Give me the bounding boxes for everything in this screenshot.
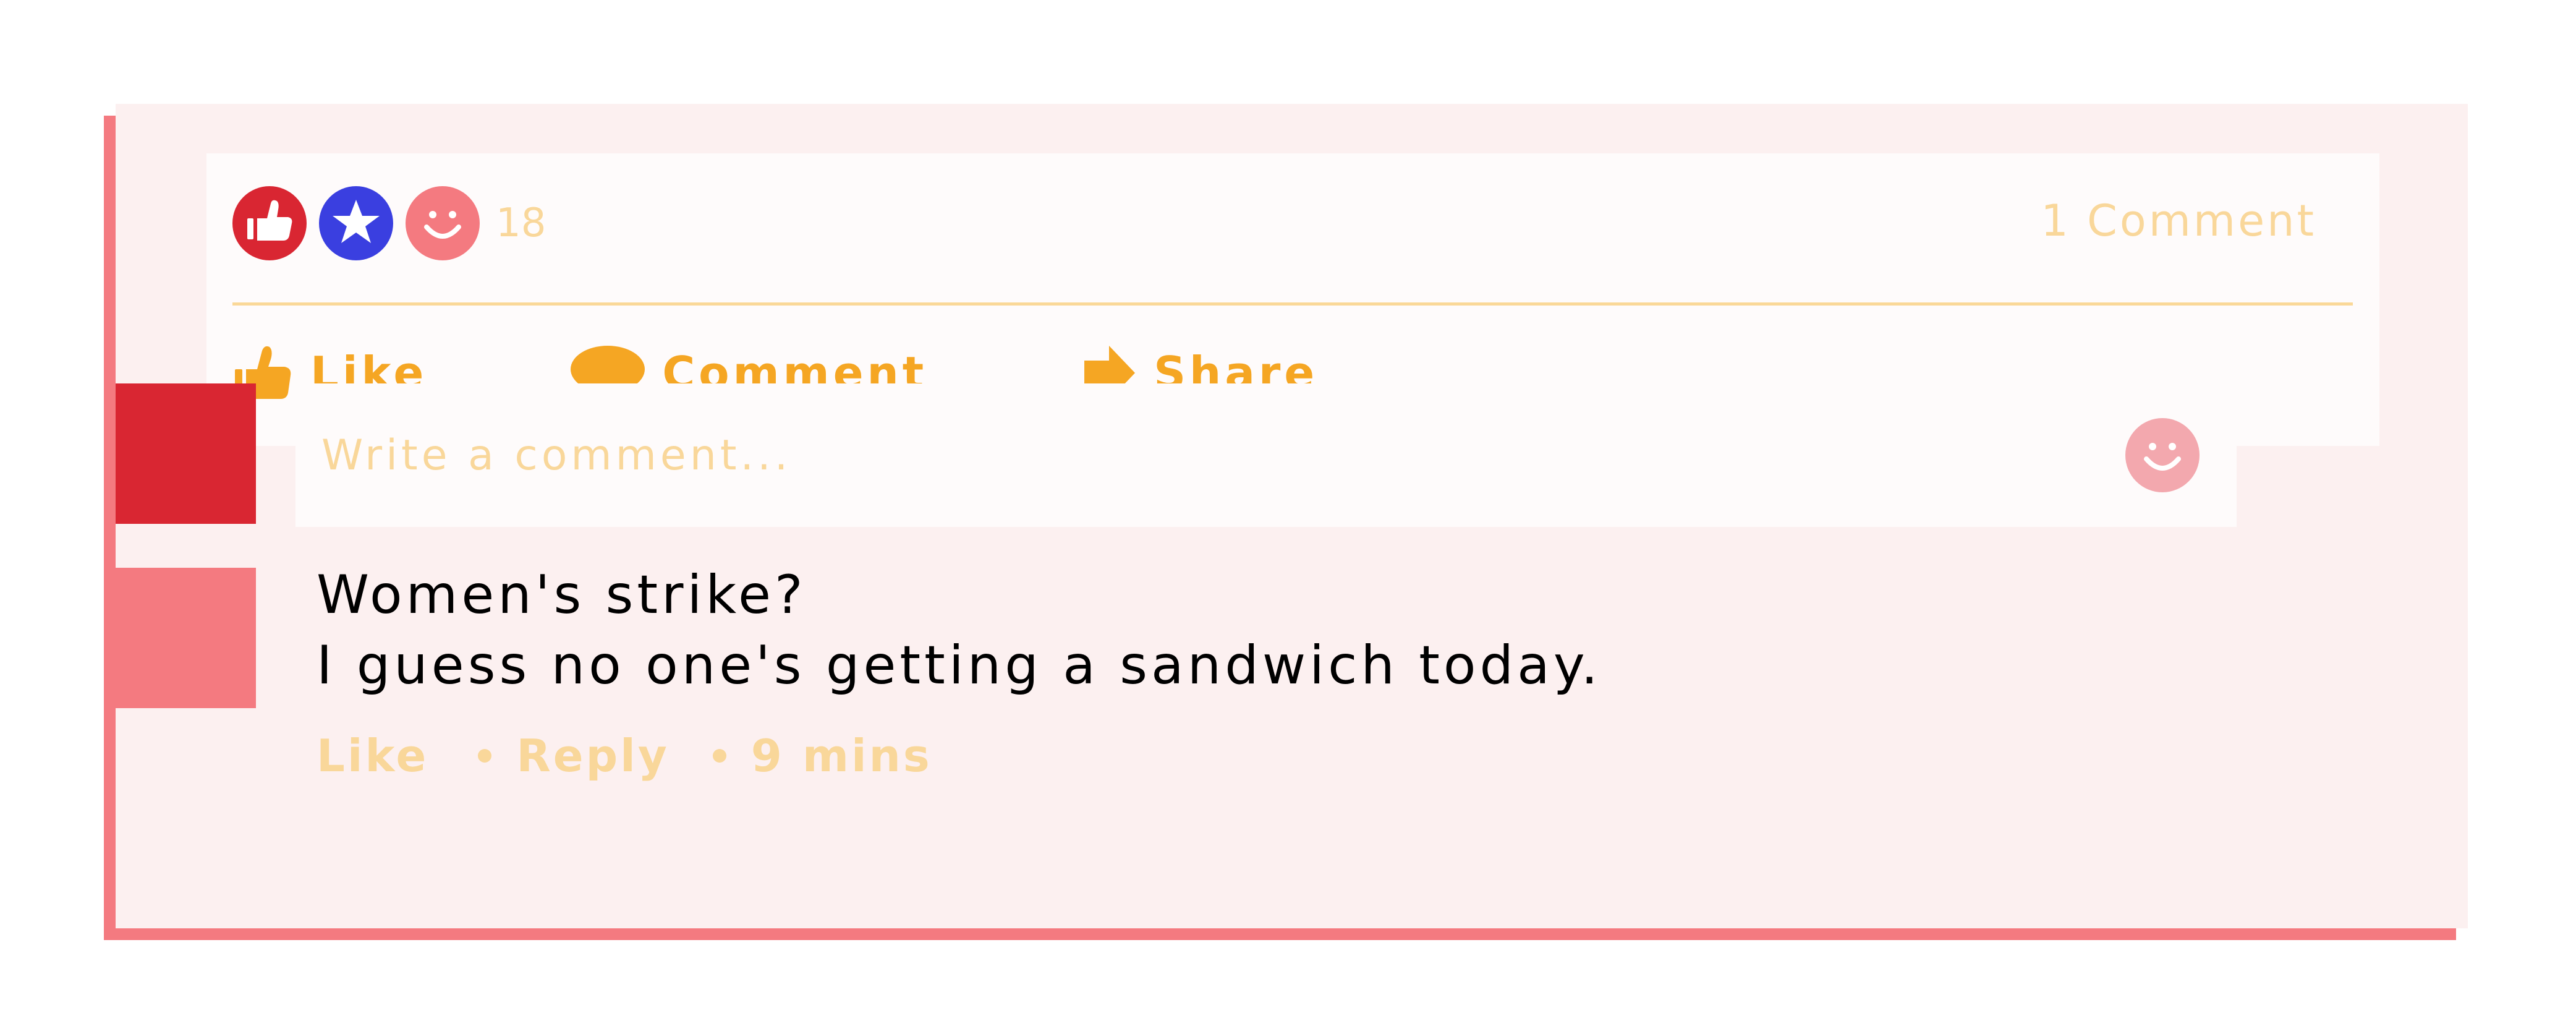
smile-reaction-icon	[406, 186, 480, 260]
separator-dot	[712, 749, 726, 763]
reactions-summary[interactable]: 18	[232, 186, 546, 260]
commenter-avatar[interactable]	[116, 568, 256, 708]
star-reaction-icon	[319, 186, 393, 260]
comment-body: Women's strike? I guess no one's getting…	[317, 560, 1602, 701]
separator-dot	[478, 749, 492, 763]
emoji-picker-icon[interactable]	[2125, 418, 2200, 492]
like-reaction-icon	[232, 186, 307, 260]
comment-reply-link[interactable]: Reply	[516, 730, 669, 782]
comment-line: I guess no one's getting a sandwich toda…	[317, 635, 1602, 696]
divider	[232, 302, 2353, 306]
comment-input-placeholder: Write a comment...	[321, 430, 792, 480]
comment-timestamp: 9 mins	[750, 730, 932, 782]
comment-input[interactable]: Write a comment...	[295, 383, 2237, 527]
current-user-avatar[interactable]	[116, 383, 256, 524]
comment-like-link[interactable]: Like	[317, 730, 428, 782]
comment-meta: Like Reply 9 mins	[317, 730, 932, 782]
reaction-count: 18	[496, 200, 546, 246]
comment-count-link[interactable]: 1 Comment	[2041, 195, 2316, 246]
comment-line: Women's strike?	[317, 564, 807, 626]
